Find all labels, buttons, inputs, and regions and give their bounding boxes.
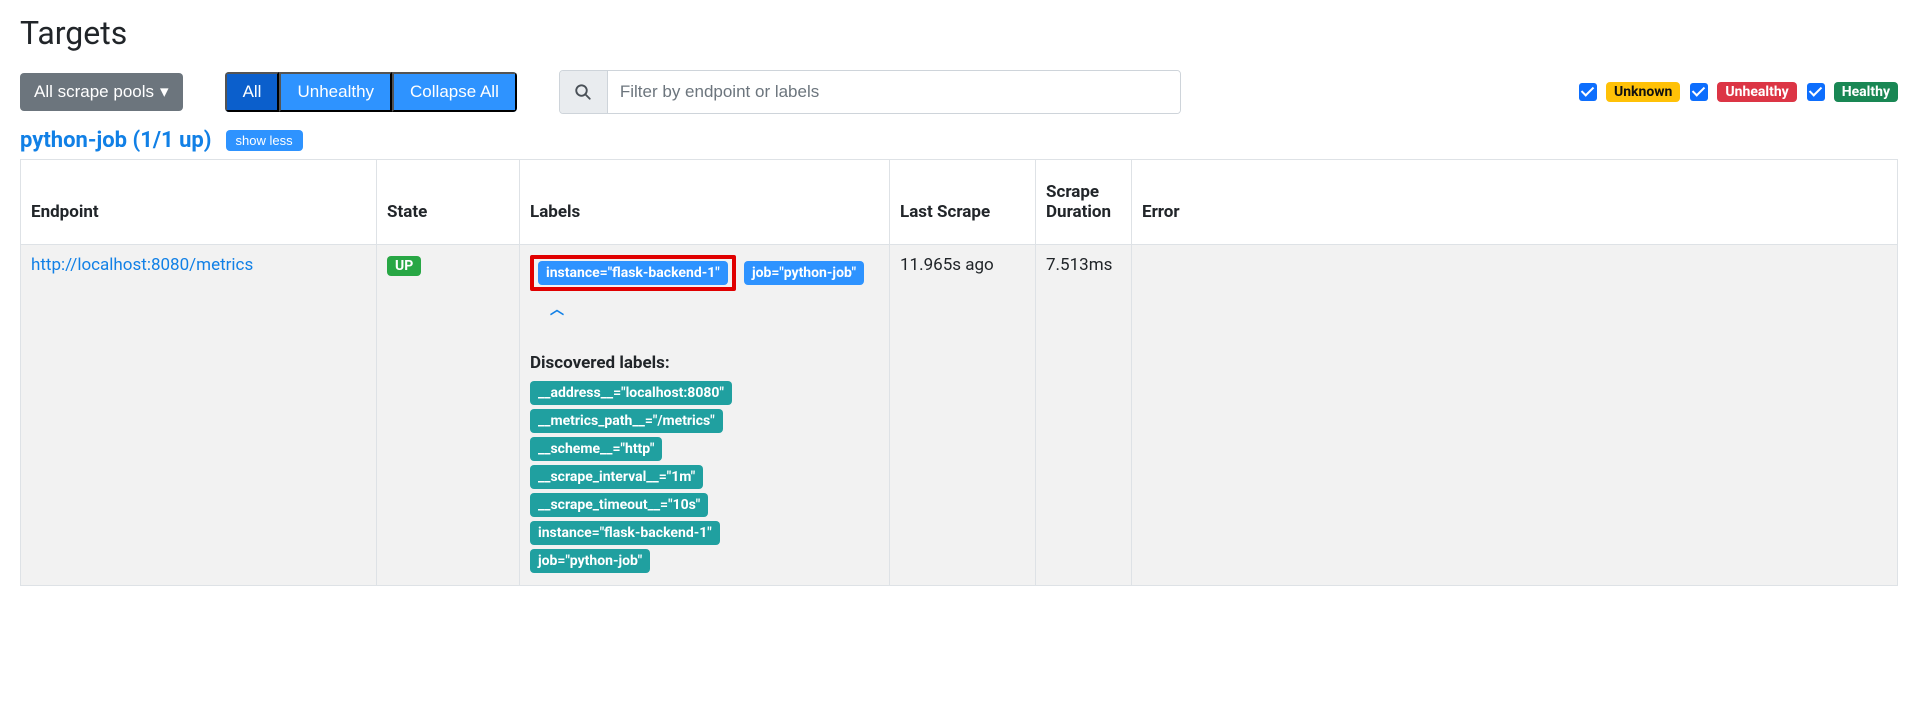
th-labels: Labels xyxy=(520,160,890,245)
highlighted-label: instance="flask-backend-1" xyxy=(530,255,736,291)
th-endpoint: Endpoint xyxy=(21,160,377,245)
table-row: http://localhost:8080/metrics UP instanc… xyxy=(21,245,1898,586)
label-job: job="python-job" xyxy=(744,261,864,285)
segment-unhealthy[interactable]: Unhealthy xyxy=(279,72,392,112)
cell-state: UP xyxy=(377,245,520,586)
segment-collapse-all[interactable]: Collapse All xyxy=(392,72,517,112)
scrape-pools-label: All scrape pools xyxy=(34,81,154,103)
th-duration: Scrape Duration xyxy=(1036,160,1132,245)
search-input[interactable] xyxy=(608,71,1180,113)
toolbar: All scrape pools ▾ All Unhealthy Collaps… xyxy=(20,70,1898,114)
pill-unknown: Unknown xyxy=(1606,82,1680,102)
endpoint-link[interactable]: http://localhost:8080/metrics xyxy=(31,255,253,275)
checkbox-healthy[interactable] xyxy=(1807,83,1825,101)
checkbox-unhealthy[interactable] xyxy=(1690,83,1708,101)
th-state: State xyxy=(377,160,520,245)
table-header-row: Endpoint State Labels Last Scrape Scrape… xyxy=(21,160,1898,245)
state-badge: UP xyxy=(387,256,421,276)
segment-all[interactable]: All xyxy=(225,72,280,112)
discovered-label: __scheme__="http" xyxy=(530,437,662,461)
discovered-label: instance="flask-backend-1" xyxy=(530,521,720,545)
job-header: python-job (1/1 up) show less xyxy=(20,128,1898,153)
discovered-label: __scrape_timeout__="10s" xyxy=(530,493,708,517)
th-last: Last Scrape xyxy=(890,160,1036,245)
job-title-link[interactable]: python-job (1/1 up) xyxy=(20,128,212,153)
cell-duration: 7.513ms xyxy=(1036,245,1132,586)
checkbox-unknown[interactable] xyxy=(1579,83,1597,101)
scrape-pools-dropdown[interactable]: All scrape pools ▾ xyxy=(20,73,183,111)
cell-labels: instance="flask-backend-1" job="python-j… xyxy=(520,245,890,586)
discovered-label: __scrape_interval__="1m" xyxy=(530,465,703,489)
discovered-label: __metrics_path__="/metrics" xyxy=(530,409,723,433)
cell-last-scrape: 11.965s ago xyxy=(890,245,1036,586)
search-icon xyxy=(560,71,608,113)
caret-down-icon: ▾ xyxy=(160,81,169,103)
show-less-button[interactable]: show less xyxy=(226,130,303,151)
label-instance: instance="flask-backend-1" xyxy=(538,261,728,285)
cell-endpoint: http://localhost:8080/metrics xyxy=(21,245,377,586)
targets-table: Endpoint State Labels Last Scrape Scrape… xyxy=(20,159,1898,586)
th-error: Error xyxy=(1132,160,1898,245)
search-field xyxy=(559,70,1181,114)
health-filters: Unknown Unhealthy Healthy xyxy=(1575,80,1898,104)
discovered-label: job="python-job" xyxy=(530,549,650,573)
pill-unhealthy: Unhealthy xyxy=(1717,82,1796,102)
discovered-labels-title: Discovered labels: xyxy=(530,353,879,373)
filter-segment: All Unhealthy Collapse All xyxy=(225,72,517,112)
discovered-label: __address__="localhost:8080" xyxy=(530,381,732,405)
collapse-labels-icon[interactable]: ︿ xyxy=(550,299,564,319)
page-title: Targets xyxy=(20,14,1898,52)
cell-error xyxy=(1132,245,1898,586)
pill-healthy: Healthy xyxy=(1834,82,1898,102)
